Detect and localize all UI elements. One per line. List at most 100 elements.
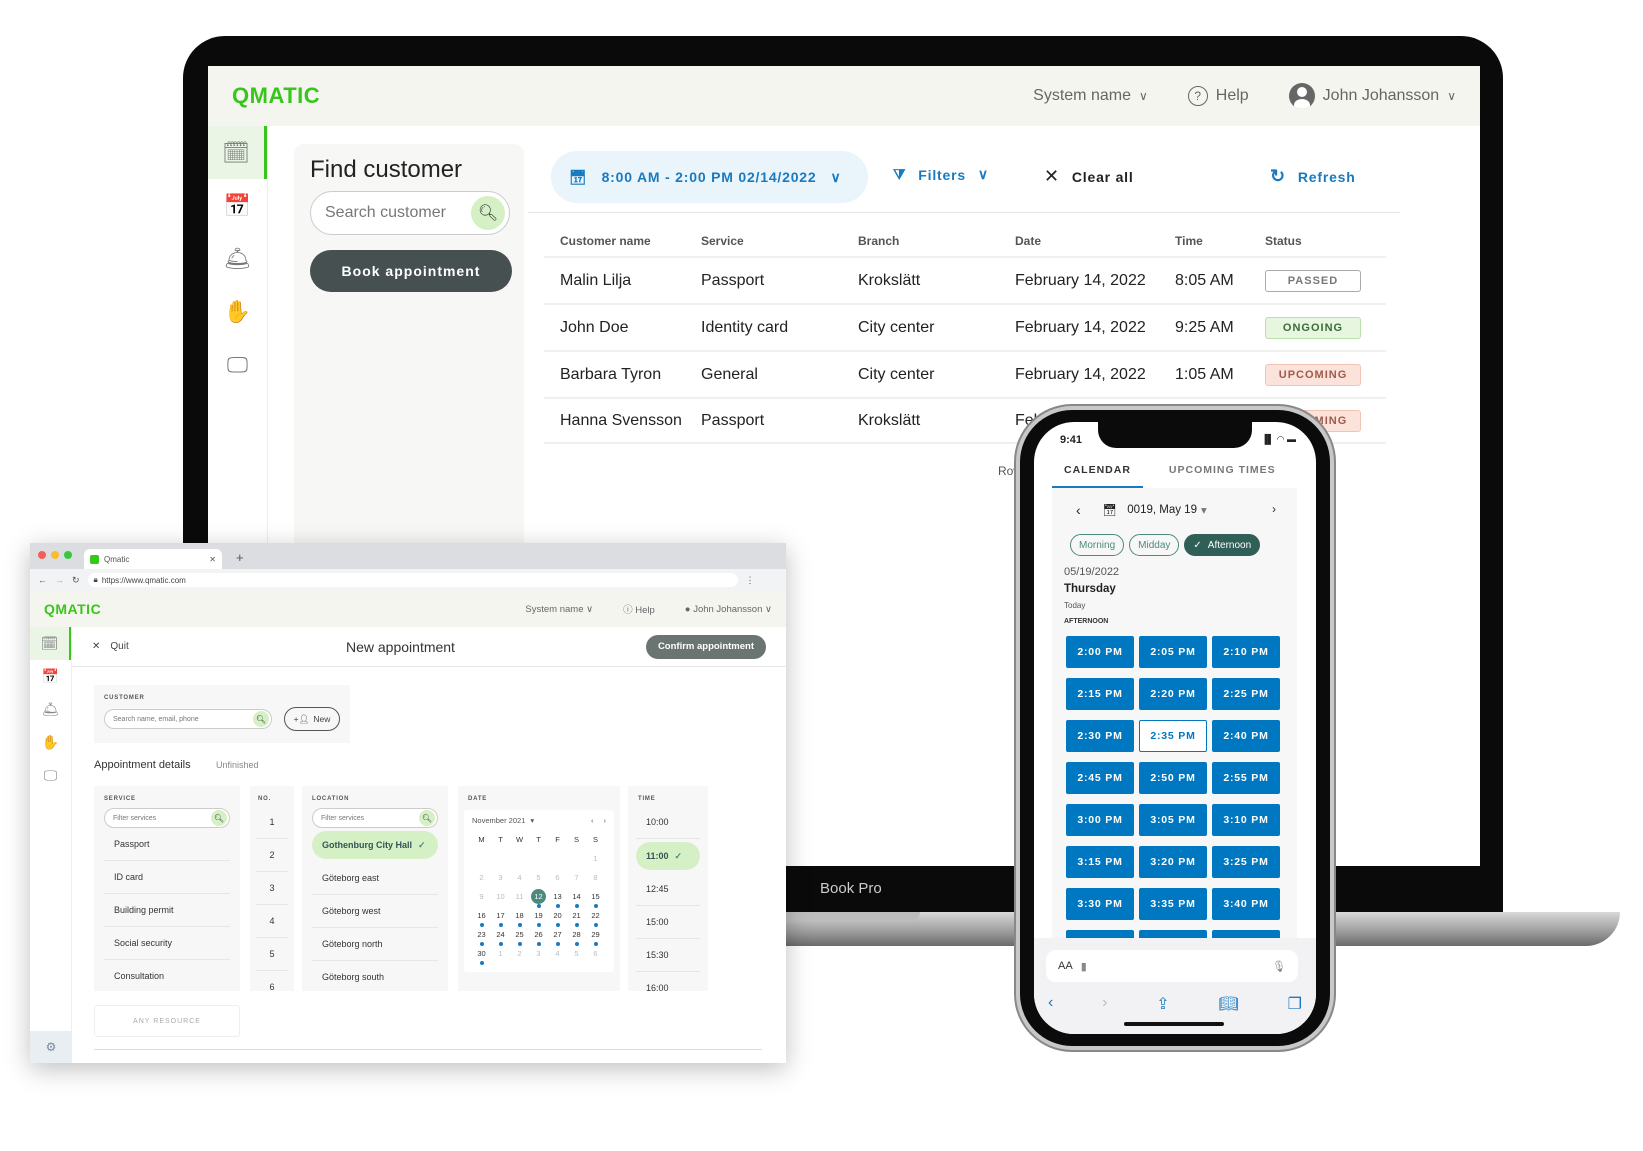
time-slot[interactable]: 3:25 PM bbox=[1212, 846, 1280, 878]
time-item[interactable]: 12:45 bbox=[636, 873, 700, 906]
service-item[interactable]: Passport bbox=[104, 828, 230, 861]
time-slot[interactable]: 2:00 PM bbox=[1066, 636, 1134, 668]
quit-button[interactable]: ✕ Quit bbox=[92, 641, 129, 652]
nav-monitor[interactable]: 🖵 bbox=[208, 338, 267, 391]
nav-calendar[interactable]: 📅 bbox=[30, 660, 71, 693]
calendar-day[interactable]: 18 bbox=[510, 909, 529, 928]
number-item[interactable]: 3 bbox=[256, 872, 288, 905]
help-button[interactable]: ⓘ Help bbox=[623, 602, 655, 616]
next-month-icon[interactable]: › bbox=[604, 816, 607, 825]
col-time[interactable]: Time bbox=[1175, 234, 1265, 248]
reload-icon[interactable]: ↻ bbox=[72, 575, 80, 586]
time-item[interactable]: 15:30 bbox=[636, 939, 700, 972]
microphone-icon[interactable]: 🎙︎ bbox=[1272, 960, 1286, 973]
table-row[interactable]: Malin Lilja Passport Krokslätt February … bbox=[544, 256, 1386, 303]
calendar-day[interactable]: 4 bbox=[510, 871, 529, 890]
user-menu[interactable]: ● John Johansson ∨ bbox=[685, 604, 772, 615]
next-day-icon[interactable]: › bbox=[1272, 504, 1276, 516]
time-slot[interactable]: 3:35 PM bbox=[1139, 888, 1207, 920]
bookmarks-icon[interactable]: 📖︎ bbox=[1219, 994, 1239, 1014]
close-tab-icon[interactable]: ✕ bbox=[209, 555, 216, 564]
time-slot[interactable]: 2:50 PM bbox=[1139, 762, 1207, 794]
service-item[interactable]: Consultation bbox=[104, 960, 230, 991]
calendar-day[interactable]: 11 bbox=[510, 890, 529, 909]
prev-month-icon[interactable]: ‹ bbox=[591, 816, 594, 825]
col-branch[interactable]: Branch bbox=[858, 234, 1015, 248]
clear-all-button[interactable]: ✕ Clear all bbox=[1044, 166, 1134, 187]
col-service[interactable]: Service bbox=[701, 234, 858, 248]
date-picker-value[interactable]: 0019, May 19 bbox=[1127, 504, 1197, 516]
chip-afternoon[interactable]: ✓ Afternoon bbox=[1184, 534, 1261, 556]
calendar-day[interactable]: 8 bbox=[586, 871, 605, 890]
filter-locations-input[interactable]: Filter services 🔍︎ bbox=[312, 808, 438, 828]
number-item[interactable]: 1 bbox=[256, 806, 288, 839]
nav-appointments[interactable]: 🗓 bbox=[208, 126, 267, 179]
search-icon[interactable]: 🔍︎ bbox=[419, 810, 435, 826]
number-item[interactable]: 2 bbox=[256, 839, 288, 872]
number-item[interactable]: 4 bbox=[256, 905, 288, 938]
calendar-day[interactable]: 25 bbox=[510, 928, 529, 947]
col-date[interactable]: Date bbox=[1015, 234, 1175, 248]
calendar-day[interactable]: 19 bbox=[529, 909, 548, 928]
nav-care[interactable]: ✋ bbox=[208, 285, 267, 338]
time-item[interactable]: 15:00 bbox=[636, 906, 700, 939]
month-dropdown-icon[interactable]: ▾ bbox=[530, 816, 534, 825]
maximize-window-button[interactable] bbox=[64, 551, 72, 559]
back-icon[interactable]: ← bbox=[38, 575, 47, 585]
search-customer-input[interactable]: Search customer 🔍︎ bbox=[310, 191, 510, 235]
forward-icon[interactable]: → bbox=[55, 575, 64, 585]
location-item[interactable]: Göteborg west bbox=[312, 895, 438, 928]
date-range-picker[interactable]: 📅︎ 8:00 AM - 2:00 PM 02/14/2022 ∨ bbox=[551, 151, 868, 203]
location-item-selected[interactable]: Gothenburg City Hall ✓ bbox=[312, 831, 438, 859]
calendar-day[interactable]: 13 bbox=[548, 890, 567, 909]
prev-day-icon[interactable]: ‹ bbox=[1076, 502, 1081, 518]
time-slot[interactable]: 2:40 PM bbox=[1212, 720, 1280, 752]
number-item[interactable]: 6 bbox=[256, 971, 288, 991]
new-tab-button[interactable]: + bbox=[236, 550, 244, 565]
calendar-day[interactable]: 4 bbox=[548, 947, 567, 966]
service-item[interactable]: Building permit bbox=[104, 894, 230, 927]
calendar-day[interactable]: 26 bbox=[529, 928, 548, 947]
time-slot-selected[interactable]: 2:35 PM bbox=[1139, 720, 1207, 752]
refresh-button[interactable]: ↻ Refresh bbox=[1270, 166, 1356, 187]
time-slot[interactable]: 2:30 PM bbox=[1066, 720, 1134, 752]
time-item-selected[interactable]: 11:00 ✓ bbox=[636, 842, 700, 870]
system-name-dropdown[interactable]: System name ∨ bbox=[525, 604, 593, 615]
calendar-day[interactable]: 2 bbox=[472, 871, 491, 890]
calendar-day[interactable]: 22 bbox=[586, 909, 605, 928]
tab-upcoming-times[interactable]: UPCOMING TIMES bbox=[1169, 464, 1276, 488]
nav-service[interactable]: 🛎 bbox=[208, 232, 267, 285]
time-slot[interactable]: 3:20 PM bbox=[1139, 846, 1207, 878]
text-size-button[interactable]: AA bbox=[1058, 960, 1073, 972]
calendar-day[interactable]: 2 bbox=[510, 947, 529, 966]
location-item[interactable]: Göteborg south bbox=[312, 961, 438, 991]
time-slot[interactable]: 3:30 PM bbox=[1066, 888, 1134, 920]
time-slot[interactable]: 3:00 PM bbox=[1066, 804, 1134, 836]
nav-appointments[interactable]: 🗓 bbox=[30, 627, 71, 660]
number-item[interactable]: 5 bbox=[256, 938, 288, 971]
time-slot[interactable]: 2:45 PM bbox=[1066, 762, 1134, 794]
forward-icon[interactable]: › bbox=[1102, 994, 1107, 1014]
service-item[interactable]: Social security bbox=[104, 927, 230, 960]
time-slot[interactable]: 2:05 PM bbox=[1139, 636, 1207, 668]
filter-services-input[interactable]: Filter services 🔍︎ bbox=[104, 808, 230, 828]
calendar-day[interactable]: 3 bbox=[529, 947, 548, 966]
calendar-day[interactable]: 23 bbox=[472, 928, 491, 947]
calendar-day[interactable]: 29 bbox=[586, 928, 605, 947]
close-window-button[interactable] bbox=[38, 551, 46, 559]
calendar-day[interactable]: 20 bbox=[548, 909, 567, 928]
time-slot[interactable]: 2:20 PM bbox=[1139, 678, 1207, 710]
calendar-day[interactable]: 1 bbox=[586, 852, 605, 871]
time-slot[interactable]: 3:05 PM bbox=[1139, 804, 1207, 836]
location-item[interactable]: Göteborg east bbox=[312, 862, 438, 895]
calendar-day[interactable]: 6 bbox=[548, 871, 567, 890]
calendar-day[interactable]: 5 bbox=[529, 871, 548, 890]
settings-button[interactable]: ⚙ bbox=[30, 1031, 72, 1063]
table-row[interactable]: John Doe Identity card City center Febru… bbox=[544, 303, 1386, 350]
col-status[interactable]: Status bbox=[1265, 234, 1386, 248]
calendar-day[interactable]: 5 bbox=[567, 947, 586, 966]
calendar-day[interactable]: 24 bbox=[491, 928, 510, 947]
nav-care[interactable]: ✋ bbox=[30, 726, 71, 759]
calendar-day[interactable]: 1 bbox=[491, 947, 510, 966]
calendar-day[interactable]: 16 bbox=[472, 909, 491, 928]
